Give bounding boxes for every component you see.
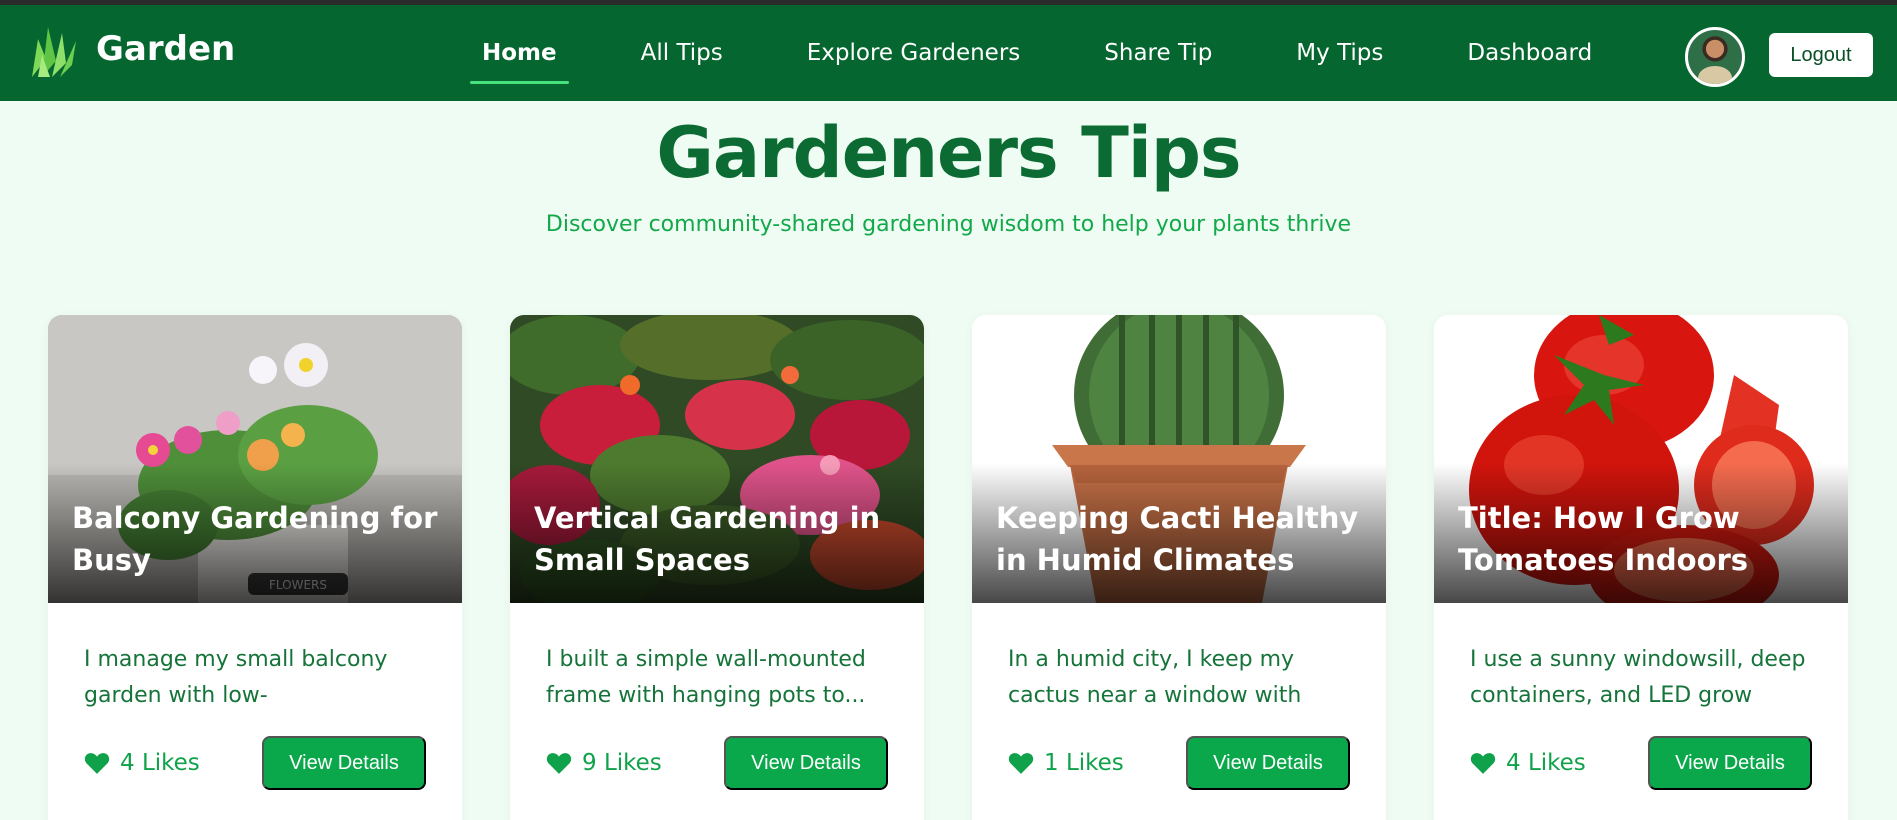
heart-icon	[84, 753, 110, 774]
nav-link-my-tips[interactable]: My Tips	[1284, 34, 1395, 72]
view-details-button[interactable]: View Details	[1648, 736, 1812, 790]
page-title: Gardeners Tips	[656, 112, 1241, 194]
nav-link-share-tip[interactable]: Share Tip	[1092, 34, 1224, 72]
card-description: I use a sunny windowsill, deep container…	[1470, 647, 1806, 708]
navbar: Garden Home All Tips Explore Gardeners S…	[0, 5, 1897, 101]
likes-count[interactable]: 1 Likes	[1008, 750, 1124, 776]
avatar[interactable]	[1685, 27, 1745, 87]
likes-label: 1 Likes	[1044, 750, 1124, 776]
likes-count[interactable]: 4 Likes	[84, 750, 200, 776]
card-description: I manage my small balcony garden with lo…	[84, 647, 388, 708]
cactus-pot-photo: Keeping Cacti Healthy in Humid Climates	[972, 315, 1386, 603]
brand-name: Garden	[96, 29, 236, 69]
card-description: I built a simple wall-mounted frame with…	[546, 647, 866, 708]
likes-label: 4 Likes	[120, 750, 200, 776]
card-title: Balcony Gardening for Busy	[72, 501, 438, 577]
nav-link-all-tips[interactable]: All Tips	[629, 34, 735, 72]
tomatoes-photo: Title: How I Grow Tomatoes Indoors	[1434, 315, 1848, 603]
likes-count[interactable]: 4 Likes	[1470, 750, 1586, 776]
view-details-button[interactable]: View Details	[724, 736, 888, 790]
heart-icon	[1008, 753, 1034, 774]
page-subtitle: Discover community-shared gardening wisd…	[545, 212, 1352, 237]
logout-button[interactable]: Logout	[1769, 33, 1873, 77]
nav-link-dashboard[interactable]: Dashboard	[1455, 34, 1604, 72]
nav-link-explore-gardeners[interactable]: Explore Gardeners	[795, 34, 1033, 72]
card-title: Keeping Cacti Healthy in Humid Climates	[996, 501, 1359, 577]
tip-card: Keeping Cacti Healthy in Humid Climates …	[972, 315, 1386, 820]
tips-grid: FLOWERS Balcony Gardening for Busy I man…	[48, 315, 1849, 820]
heart-icon	[1470, 753, 1496, 774]
vertical-garden-photo: Vertical Gardening in Small Spaces	[510, 315, 924, 603]
heart-icon	[546, 753, 572, 774]
tip-card: Vertical Gardening in Small Spaces I bui…	[510, 315, 924, 820]
card-title: Title: How I Grow Tomatoes Indoors	[1458, 501, 1749, 577]
view-details-button[interactable]: View Details	[262, 736, 426, 790]
grass-icon	[32, 27, 76, 77]
card-description: In a humid city, I keep my cactus near a…	[1008, 647, 1302, 708]
nav-link-home[interactable]: Home	[470, 34, 569, 84]
main-nav: Home All Tips Explore Gardeners Share Ti…	[470, 5, 1664, 101]
likes-count[interactable]: 9 Likes	[546, 750, 662, 776]
view-details-button[interactable]: View Details	[1186, 736, 1350, 790]
tip-card: FLOWERS Balcony Gardening for Busy I man…	[48, 315, 462, 820]
brand[interactable]: Garden	[28, 21, 235, 77]
balcony-flowers-photo: FLOWERS Balcony Gardening for Busy	[48, 315, 462, 603]
likes-label: 9 Likes	[582, 750, 662, 776]
likes-label: 4 Likes	[1506, 750, 1586, 776]
card-title: Vertical Gardening in Small Spaces	[534, 501, 881, 577]
tip-card: Title: How I Grow Tomatoes Indoors I use…	[1434, 315, 1848, 820]
